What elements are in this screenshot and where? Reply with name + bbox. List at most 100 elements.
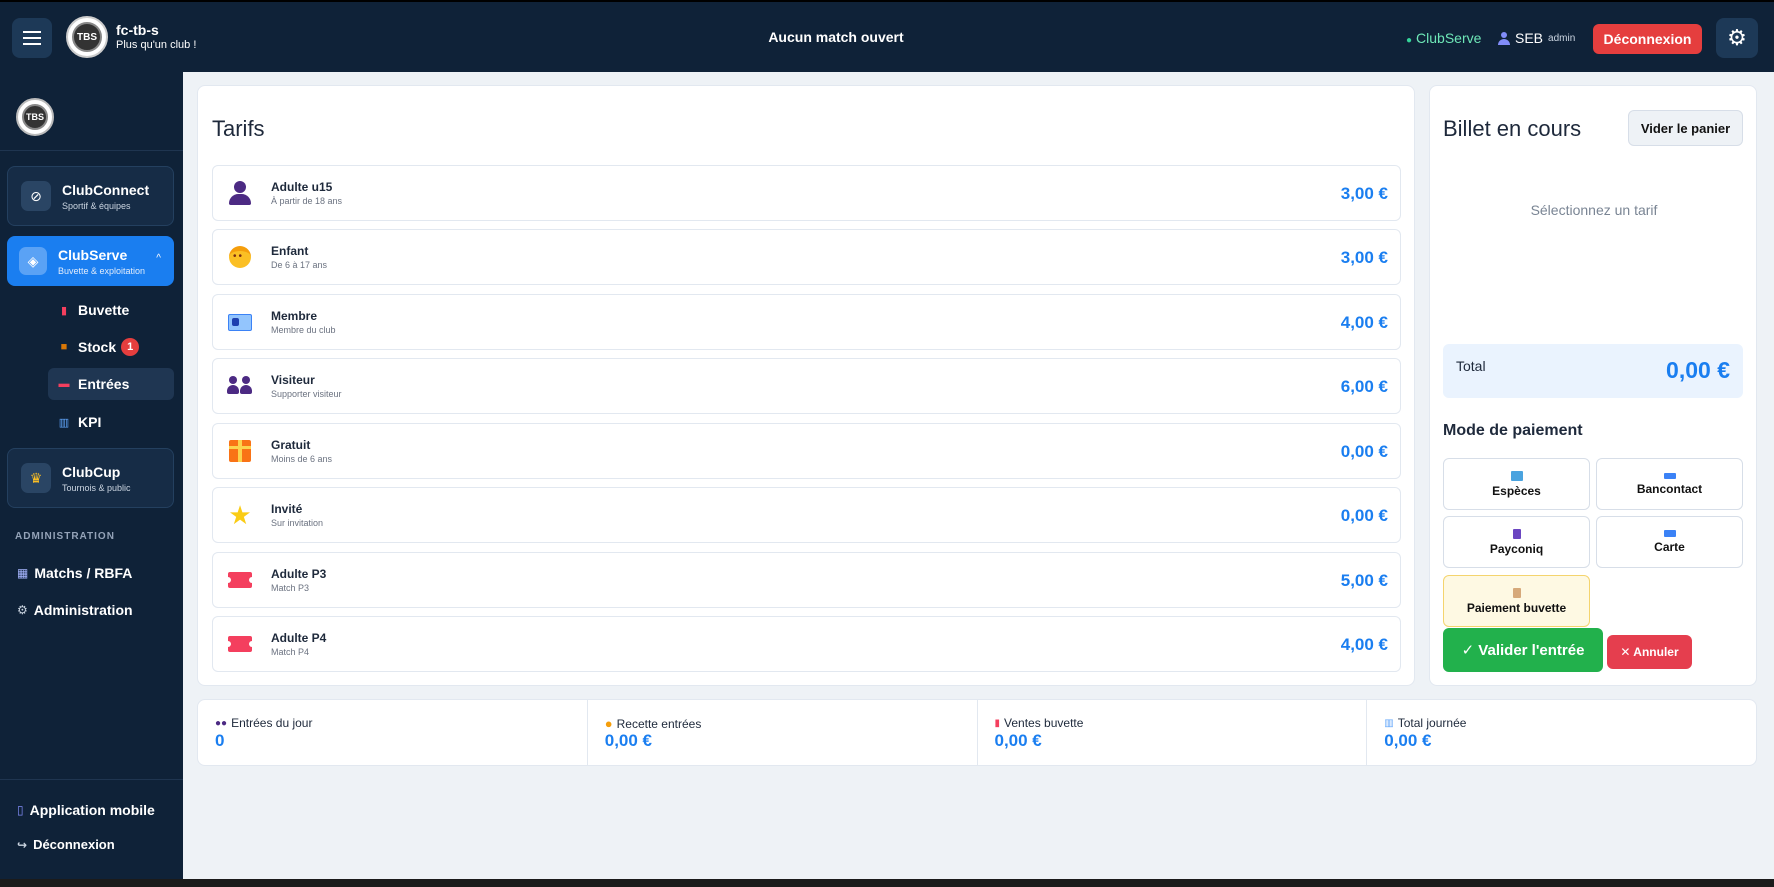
tarif-price: 0,00 € [1340, 442, 1388, 461]
stat-day-total: ▥ Total journée 0,00 € [1367, 700, 1756, 765]
sidebar-item-label: Entrées [78, 376, 130, 392]
tarif-name: Invité [271, 502, 303, 516]
chart-icon: ▥ [58, 416, 70, 429]
top-bar: TBS fc-tb-s Plus qu'un club ! Aucun matc… [0, 0, 1774, 72]
payment-cash-button[interactable]: Espèces [1443, 458, 1590, 510]
group-icon: ●● [215, 717, 228, 729]
logout-button[interactable]: Déconnexion [1593, 24, 1702, 54]
sidebar-item-label: Administration [33, 602, 133, 618]
stock-badge: 1 [121, 338, 140, 356]
tarif-name: Visiteur [271, 373, 315, 387]
chart-icon: ▥ [1384, 717, 1394, 729]
tarif-row[interactable]: Enfant De 6 à 17 ans 3,00 € [212, 229, 1401, 285]
sidebar-item-entrees[interactable]: ▬ Entrées [48, 368, 174, 400]
tarif-row[interactable]: Adulte P4 Match P4 4,00 € [212, 616, 1401, 672]
module-clubcup[interactable]: ♛ ClubCup Tournois & public [7, 448, 174, 508]
drink-icon: ▮ [994, 717, 1001, 729]
tarif-price: 3,00 € [1340, 184, 1388, 203]
tarif-row[interactable]: Adulte u15 À partir de 18 ans 3,00 € [212, 165, 1401, 221]
sidebar-item-label: Matchs / RBFA [34, 565, 133, 581]
tarif-description: À partir de 18 ans [271, 196, 343, 206]
tarif-price: 0,00 € [1340, 506, 1388, 525]
card-icon [1663, 472, 1676, 479]
bottom-strip [0, 879, 1774, 887]
tarif-row[interactable]: ★ Invité Sur invitation 0,00 € [212, 487, 1401, 543]
sidebar-logo[interactable]: TBS [16, 98, 54, 136]
box-icon: ■ [60, 341, 68, 353]
tarif-row[interactable]: Membre Membre du club 4,00 € [212, 294, 1401, 350]
sidebar: TBS ⊘ ClubConnect Sportif & équipes ◈ Cl… [0, 72, 183, 887]
payment-label: Espèces [1492, 483, 1541, 498]
gear-icon: ⚙ [17, 603, 28, 617]
sidebar-item-administration[interactable]: ⚙ Administration [17, 602, 133, 618]
sidebar-item-mobile-app[interactable]: ▯ Application mobile [17, 802, 155, 818]
sidebar-item-matchs[interactable]: ▦ Matchs / RBFA [17, 565, 132, 581]
clear-cart-button[interactable]: Vider le panier [1628, 110, 1743, 146]
service-name: ClubServe [1416, 30, 1482, 46]
stats-bar: ●● Entrées du jour 0 ● Recette entrées 0,0… [197, 699, 1757, 766]
module-clubconnect[interactable]: ⊘ ClubConnect Sportif & équipes [7, 166, 174, 226]
module-title: ClubCup [62, 463, 121, 480]
stat-value: 0,00 € [1384, 731, 1432, 750]
trophy-icon: ♛ [21, 463, 51, 493]
star-icon: ★ [228, 500, 252, 530]
ticket-icon [225, 572, 255, 588]
tarif-price: 5,00 € [1340, 571, 1388, 590]
sidebar-item-label: KPI [78, 414, 102, 430]
total-box: Total 0,00 € [1443, 344, 1743, 398]
tarif-price: 3,00 € [1340, 248, 1388, 267]
divider [0, 150, 183, 151]
settings-button[interactable]: ⚙ [1716, 18, 1758, 58]
stat-label: Entrées du jour [231, 716, 313, 730]
payment-buvette-button[interactable]: Paiement buvette [1443, 575, 1590, 627]
sidebar-logo-mark: TBS [22, 104, 48, 130]
ticket-icon: ▬ [58, 378, 70, 390]
tarif-description: Membre du club [271, 325, 336, 335]
tarif-row[interactable]: Gratuit Moins de 6 ans 0,00 € [212, 423, 1401, 479]
module-title: ClubConnect [62, 181, 150, 198]
drink-icon: ▮ [60, 304, 68, 317]
sidebar-item-logout[interactable]: ↪ Déconnexion [17, 837, 115, 852]
logout-icon: ↪ [17, 837, 28, 852]
validate-entry-button[interactable]: ✓ Valider l'entrée [1443, 628, 1603, 672]
stat-label: Ventes buvette [1004, 716, 1084, 730]
gift-icon [229, 440, 251, 462]
cancel-button[interactable]: ✕ Annuler [1607, 635, 1692, 669]
tarif-row[interactable]: Visiteur Supporter visiteur 6,00 € [212, 358, 1401, 414]
stat-value: 0 [215, 731, 225, 750]
user-name: SEB [1515, 30, 1544, 46]
link-icon: ⊘ [21, 181, 51, 211]
person-icon [229, 181, 251, 205]
payment-label: Bancontact [1636, 481, 1703, 496]
tarif-name: Membre [271, 309, 318, 323]
tarif-description: Match P4 [271, 647, 310, 657]
payment-label: Carte [1654, 540, 1685, 554]
stat-value: 0,00 € [604, 731, 653, 750]
tarifs-panel: Tarifs Adulte u15 À partir de 18 ans 3,00… [197, 85, 1415, 686]
coin-icon: ● [604, 716, 613, 731]
tarif-name: Adulte P4 [271, 631, 327, 645]
tarif-name: Gratuit [271, 438, 311, 452]
stat-value: 0,00 € [994, 731, 1042, 750]
stat-label: Recette entrées [616, 716, 702, 731]
payment-card-button[interactable]: Carte [1596, 516, 1743, 568]
gear-icon: ⚙ [1727, 25, 1747, 50]
sidebar-item-kpi[interactable]: ▥ KPI [48, 406, 174, 438]
stat-bar-sales: ▮ Ventes buvette 0,00 € [978, 700, 1368, 765]
sidebar-item-label: Stock [78, 339, 117, 355]
module-subtitle: Sportif & équipes [62, 200, 131, 211]
phone-icon [1512, 528, 1521, 539]
sidebar-item-stock[interactable]: ■ Stock 1 [48, 331, 174, 363]
stat-entry-revenue: ● Recette entrées 0,00 € [588, 700, 978, 765]
sidebar-item-buvette[interactable]: ▮ Buvette [48, 294, 174, 326]
stat-label: Total journée [1397, 716, 1467, 730]
tarif-description: De 6 à 17 ans [271, 260, 328, 270]
payment-bancontact-button[interactable]: Bancontact [1596, 458, 1743, 510]
tarif-row[interactable]: Adulte P3 Match P3 5,00 € [212, 552, 1401, 608]
chevron-up-icon[interactable]: ^ [156, 253, 161, 264]
tarif-description: Supporter visiteur [271, 389, 342, 399]
module-clubserve[interactable]: ◈ ClubServe Buvette & exploitation ^ [7, 236, 174, 286]
payment-payconiq-button[interactable]: Payconiq [1443, 516, 1590, 568]
tarifs-title: Tarifs [212, 116, 265, 141]
tarif-name: Adulte u15 [271, 180, 333, 194]
